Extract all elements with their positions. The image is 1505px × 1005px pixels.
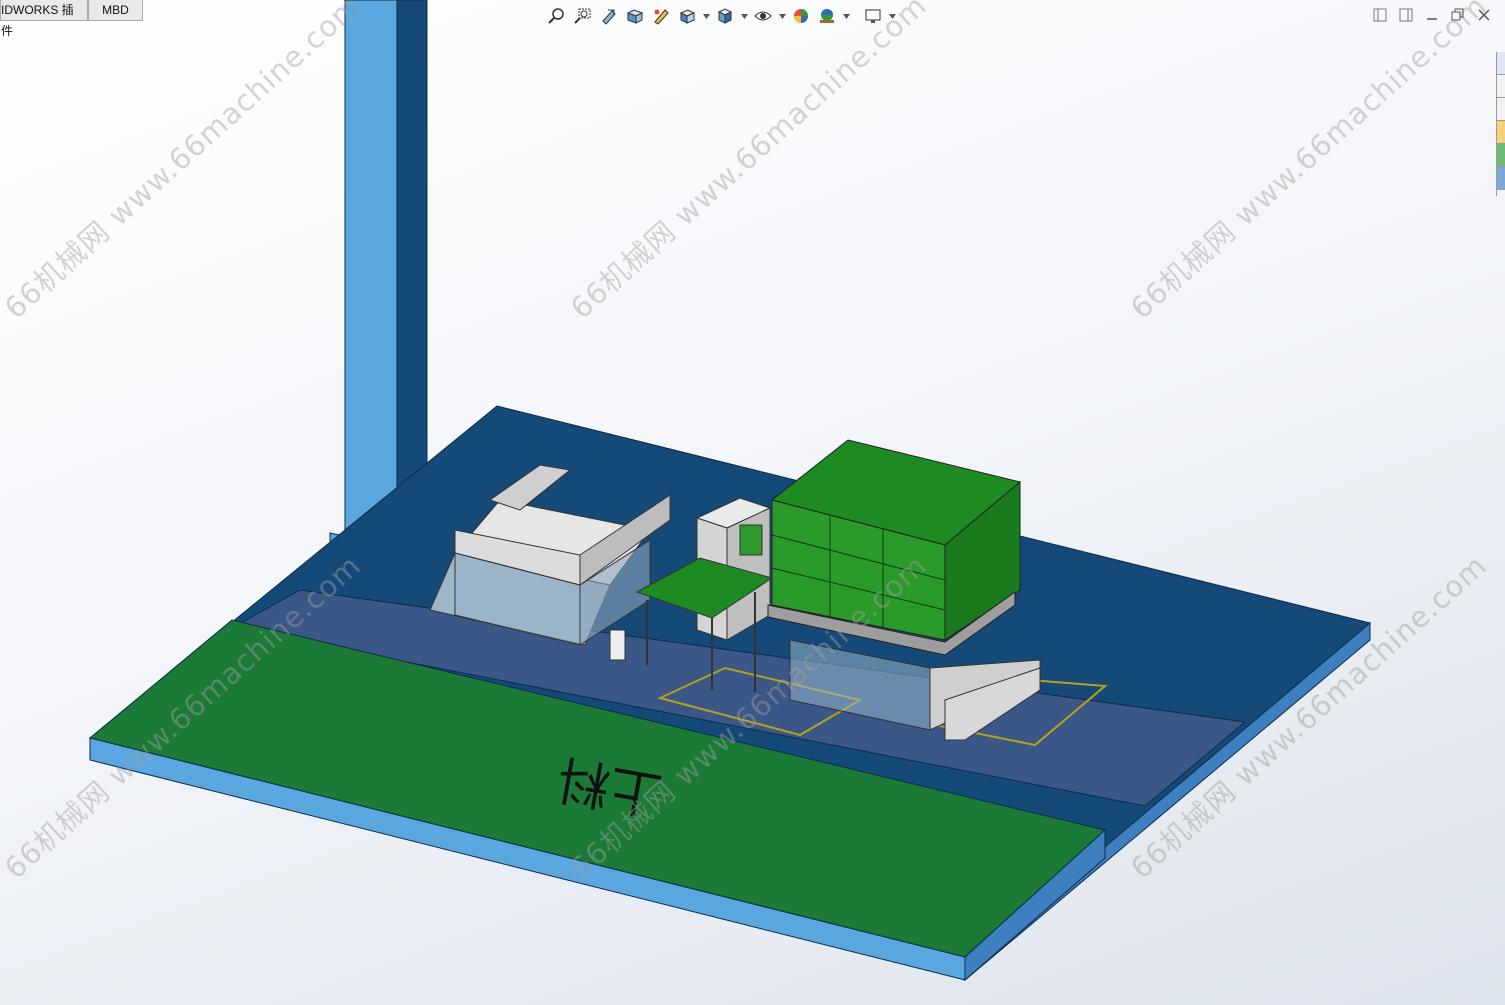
window-controls	[1373, 8, 1491, 22]
3d-viewport[interactable]: 上料	[0, 0, 1505, 1005]
dynamic-annotation-icon[interactable]	[650, 5, 672, 27]
heads-up-view-toolbar	[546, 5, 896, 27]
tab-mbd[interactable]: MBD	[88, 0, 143, 21]
chevron-down-icon[interactable]	[702, 5, 710, 27]
task-pane-resources-icon[interactable]	[1497, 75, 1505, 98]
display-style-icon[interactable]	[714, 5, 736, 27]
minimize-icon[interactable]	[1425, 8, 1439, 22]
chevron-down-icon[interactable]	[778, 5, 786, 27]
task-pane-explorer-icon[interactable]	[1497, 121, 1505, 144]
chevron-down-icon[interactable]	[740, 5, 748, 27]
zoom-to-fit-icon[interactable]	[546, 5, 568, 27]
edit-appearance-icon[interactable]	[790, 5, 812, 27]
task-pane-library-icon[interactable]	[1497, 98, 1505, 121]
command-manager-tabs: IDWORKS 插件 MBD	[0, 0, 143, 38]
chevron-down-icon[interactable]	[842, 5, 850, 27]
section-view-icon[interactable]	[624, 5, 646, 27]
restore-icon[interactable]	[1451, 8, 1465, 22]
zoom-to-area-icon[interactable]	[572, 5, 594, 27]
apply-scene-icon[interactable]	[816, 5, 838, 27]
task-pane-home-icon[interactable]	[1497, 52, 1505, 75]
chevron-down-icon[interactable]	[888, 5, 896, 27]
previous-view-icon[interactable]	[598, 5, 620, 27]
tile-right-icon[interactable]	[1399, 8, 1413, 22]
view-orientation-icon[interactable]	[676, 5, 698, 27]
close-icon[interactable]	[1477, 8, 1491, 22]
hide-show-items-icon[interactable]	[752, 5, 774, 27]
task-pane	[1496, 52, 1505, 196]
task-pane-appearance-icon[interactable]	[1497, 144, 1505, 167]
material-cart[interactable]	[767, 439, 1022, 656]
tile-left-icon[interactable]	[1373, 8, 1387, 22]
view-settings-icon[interactable]	[862, 5, 884, 27]
tab-solidworks-addins[interactable]: IDWORKS 插件	[0, 0, 88, 38]
task-pane-properties-icon[interactable]	[1497, 167, 1505, 190]
